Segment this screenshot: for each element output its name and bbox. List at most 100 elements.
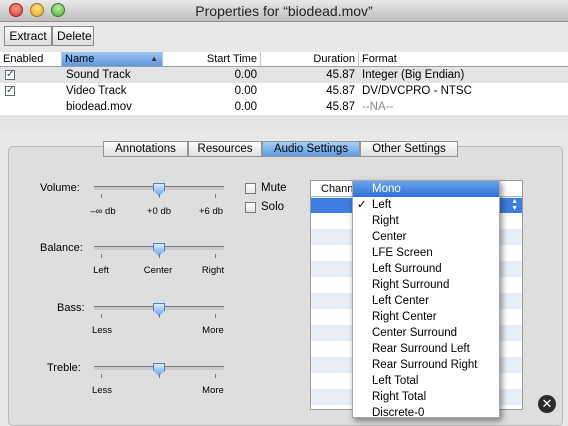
volume-min-label: –∞ db (90, 206, 116, 217)
empty-row (0, 115, 568, 129)
extract-button[interactable]: Extract (4, 26, 52, 46)
balance-min-label: Left (93, 265, 109, 276)
tick (101, 194, 102, 198)
menu-item-left-total[interactable]: Left Total (353, 373, 499, 389)
track-duration: 45.87 (326, 85, 355, 97)
toolbar: Extract Delete (0, 22, 568, 52)
menu-item-right-total[interactable]: Right Total (353, 389, 499, 405)
menu-item-label: Right Center (372, 311, 437, 323)
menu-item-label: Left Center (372, 295, 429, 307)
window-title: Properties for “biodead.mov” (195, 3, 373, 19)
tick (159, 194, 160, 198)
track-start-time: 0.00 (234, 101, 257, 113)
menu-item-label: Right (372, 215, 399, 227)
tab-other-settings[interactable]: Other Settings (360, 141, 458, 157)
treble-label: Treble: (47, 362, 81, 374)
menu-item-rear-surround-right[interactable]: Rear Surround Right (353, 357, 499, 373)
tick (159, 314, 160, 318)
menu-item-label: Mono (372, 183, 401, 195)
column-header-name[interactable]: Name ▲ (62, 52, 163, 66)
column-header-start-time[interactable]: Start Time (163, 52, 261, 66)
menu-item-center-surround[interactable]: Center Surround (353, 325, 499, 341)
sort-ascending-icon: ▲ (150, 54, 158, 63)
close-icon[interactable]: ✕ (538, 395, 556, 413)
channel-popup-menu[interactable]: Mono ✓ Left Right Center LFE Screen Left … (352, 180, 500, 418)
track-duration: 45.87 (326, 69, 355, 81)
tab-resources[interactable]: Resources (188, 141, 262, 157)
menu-item-label: Center Surround (372, 327, 458, 339)
treble-max-label: More (202, 385, 224, 396)
menu-item-right-center[interactable]: Right Center (353, 309, 499, 325)
delete-button[interactable]: Delete (52, 26, 94, 46)
tick (101, 254, 102, 258)
table-row[interactable]: biodead.mov 0.00 45.87 --NA-- (0, 99, 568, 115)
track-format: Integer (Big Endian) (362, 69, 465, 81)
track-name: Video Track (66, 85, 127, 97)
title-bar: Properties for “biodead.mov” (0, 0, 568, 22)
menu-item-rear-surround-left[interactable]: Rear Surround Left (353, 341, 499, 357)
column-header-duration[interactable]: Duration (261, 52, 359, 66)
tick (215, 194, 216, 198)
menu-item-right-surround[interactable]: Right Surround (353, 277, 499, 293)
tick (215, 314, 216, 318)
volume-label: Volume: (40, 182, 80, 194)
menu-item-label: LFE Screen (372, 247, 433, 259)
enabled-checkbox[interactable]: ✓ (5, 70, 15, 80)
track-format: DV/DVCPRO - NTSC (362, 85, 472, 97)
enabled-checkbox[interactable]: ✓ (5, 86, 15, 96)
track-name: Sound Track (66, 69, 131, 81)
solo-label: Solo (261, 201, 285, 213)
table-header: Enabled Name ▲ Start Time Duration Forma… (0, 52, 568, 67)
tick (215, 374, 216, 378)
menu-item-label: Left Total (372, 375, 419, 387)
menu-item-label: Right Surround (372, 279, 450, 291)
table-row[interactable]: ✓ Video Track 0.00 45.87 DV/DVCPRO - NTS… (0, 83, 568, 99)
mute-label: Mute (261, 182, 287, 194)
menu-item-label: Discrete-0 (372, 407, 425, 418)
tab-audio-settings[interactable]: Audio Settings (262, 141, 360, 157)
menu-item-mono[interactable]: Mono (353, 181, 499, 197)
tick (101, 374, 102, 378)
tracks-table: Enabled Name ▲ Start Time Duration Forma… (0, 52, 568, 129)
track-name: biodead.mov (66, 101, 132, 113)
tick (215, 254, 216, 258)
menu-item-label: Rear Surround Right (372, 359, 478, 371)
track-duration: 45.87 (326, 101, 355, 113)
menu-item-lfe-screen[interactable]: LFE Screen (353, 245, 499, 261)
solo-checkbox[interactable] (245, 202, 256, 213)
menu-item-center[interactable]: Center (353, 229, 499, 245)
tick (159, 374, 160, 378)
tick (159, 254, 160, 258)
balance-label: Balance: (40, 242, 83, 254)
menu-item-left-center[interactable]: Left Center (353, 293, 499, 309)
menu-item-label: Left (372, 199, 392, 211)
menu-item-label: Left Surround (372, 263, 442, 275)
menu-item-label: Center (372, 231, 407, 243)
menu-item-left[interactable]: ✓ Left (353, 197, 499, 213)
balance-max-label: Right (201, 265, 225, 276)
track-start-time: 0.00 (234, 85, 257, 97)
column-header-enabled[interactable]: Enabled (0, 52, 62, 66)
menu-item-left-surround[interactable]: Left Surround (353, 261, 499, 277)
menu-item-discrete-0[interactable]: Discrete-0 (353, 405, 499, 418)
volume-mid-label: +0 db (146, 206, 172, 217)
tick (101, 314, 102, 318)
balance-mid-label: Center (143, 265, 173, 276)
track-format: --NA-- (362, 101, 394, 113)
menu-item-label: Right Total (372, 391, 427, 403)
menu-item-label: Rear Surround Left (372, 343, 470, 355)
bass-label: Bass: (57, 302, 85, 314)
mute-checkbox[interactable] (245, 183, 256, 194)
tab-annotations[interactable]: Annotations (103, 141, 188, 157)
track-start-time: 0.00 (234, 69, 257, 81)
up-down-arrows-icon[interactable]: ▲ ▼ (511, 198, 518, 212)
table-row[interactable]: ✓ Sound Track 0.00 45.87 Integer (Big En… (0, 67, 568, 83)
checkmark-icon: ✓ (357, 199, 367, 211)
bass-min-label: Less (91, 325, 113, 336)
menu-item-right[interactable]: Right (353, 213, 499, 229)
bass-max-label: More (202, 325, 224, 336)
column-header-name-label: Name (65, 53, 95, 65)
column-header-format[interactable]: Format (359, 52, 568, 66)
treble-min-label: Less (91, 385, 113, 396)
volume-max-label: +6 db (198, 206, 224, 217)
